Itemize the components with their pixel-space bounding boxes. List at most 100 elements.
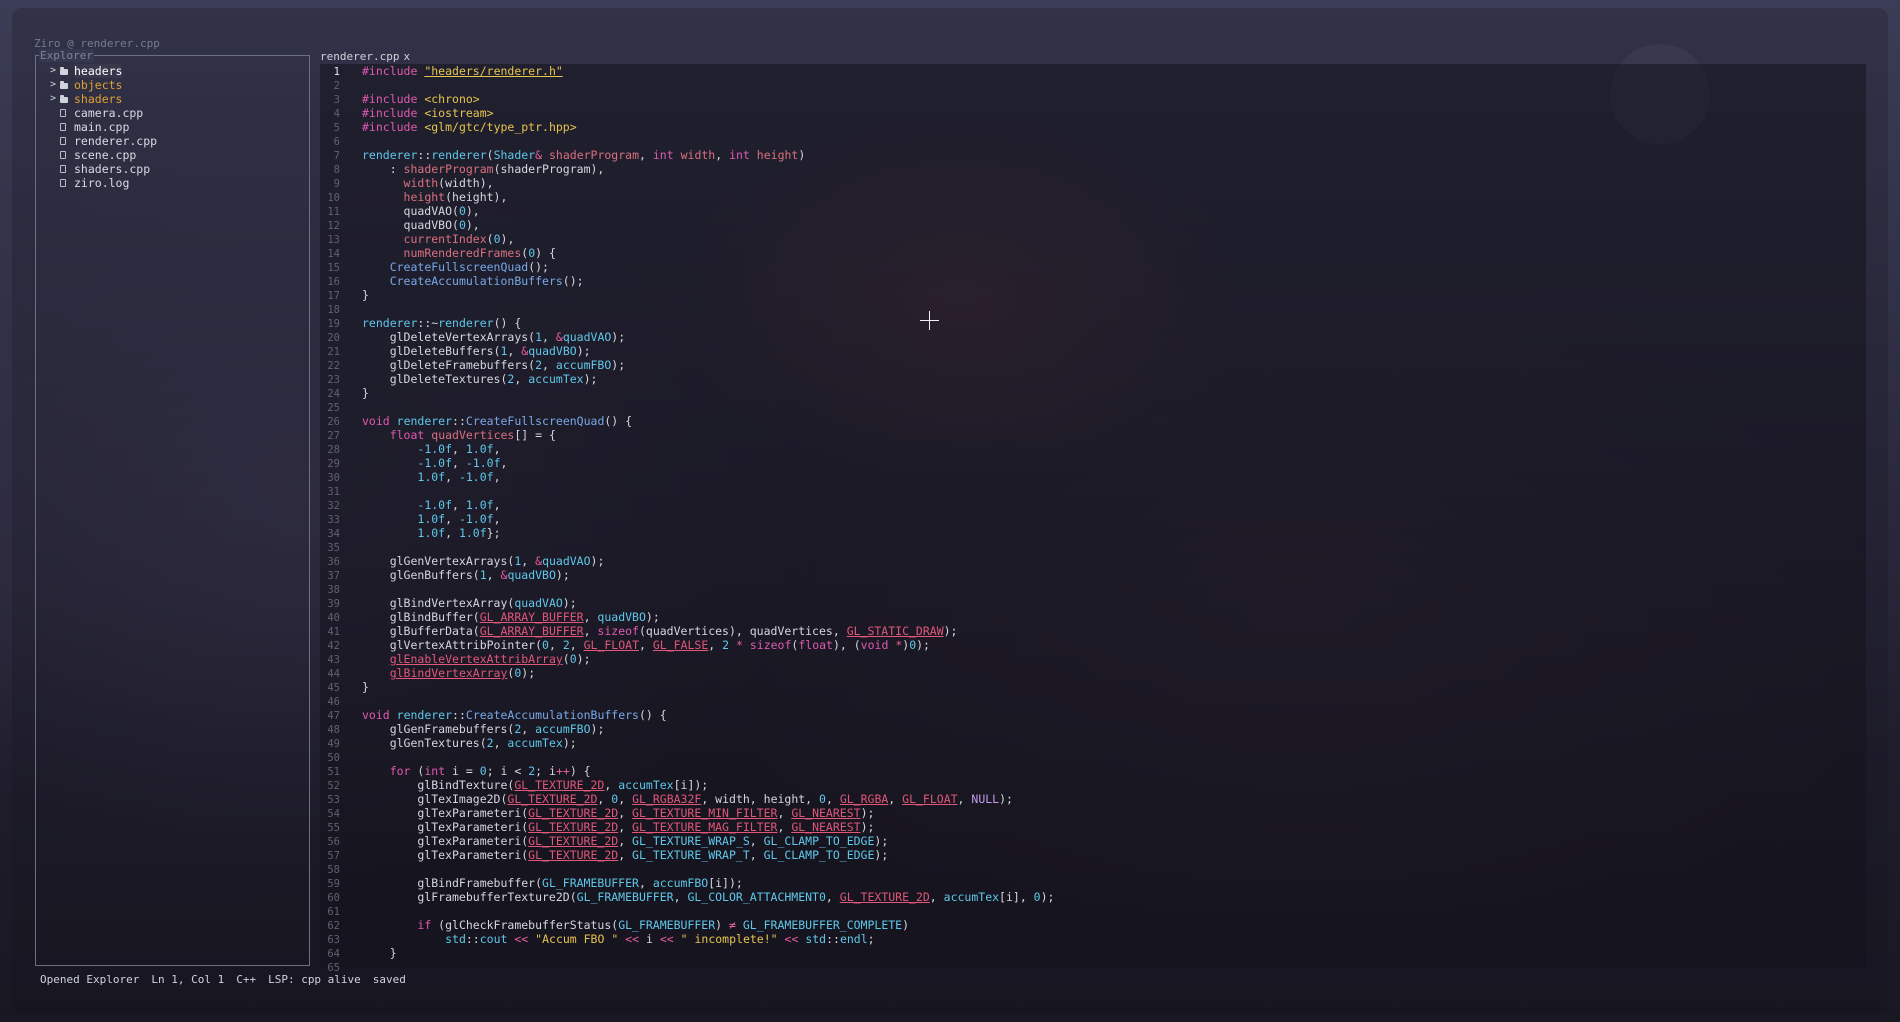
code-text[interactable]: glVertexAttribPointer(0, 2, GL_FLOAT, GL… xyxy=(362,638,930,652)
chevron-right-icon[interactable]: > xyxy=(46,78,60,92)
code-text[interactable]: glBindFramebuffer(GL_FRAMEBUFFER, accumF… xyxy=(362,876,742,890)
code-line[interactable]: 36 glGenVertexArrays(1, &quadVAO); xyxy=(320,554,1054,568)
code-text[interactable]: glTexImage2D(GL_TEXTURE_2D, 0, GL_RGBA32… xyxy=(362,792,1013,806)
code-line[interactable]: 60 glFramebufferTexture2D(GL_FRAMEBUFFER… xyxy=(320,890,1054,904)
code-line[interactable]: 13 currentIndex(0), xyxy=(320,232,1054,246)
code-text[interactable]: glGenVertexArrays(1, &quadVAO); xyxy=(362,554,605,568)
code-line[interactable]: 3 #include <chrono> xyxy=(320,92,1054,106)
code-line[interactable]: 27 float quadVertices[] = { xyxy=(320,428,1054,442)
tree-file-renderer-cpp[interactable]: renderer.cpp xyxy=(46,134,157,148)
code-text[interactable]: 1.0f, -1.0f, xyxy=(362,512,500,526)
code-text[interactable]: CreateAccumulationBuffers(); xyxy=(362,274,584,288)
chevron-right-icon[interactable]: > xyxy=(46,64,60,78)
code-line[interactable]: 31 xyxy=(320,484,1054,498)
code-line[interactable]: 5 #include <glm/gtc/type_ptr.hpp> xyxy=(320,120,1054,134)
code-text[interactable]: #include "headers/renderer.h" xyxy=(362,64,563,78)
code-text[interactable]: void renderer::CreateFullscreenQuad() { xyxy=(362,414,632,428)
code-text[interactable]: glDeleteTextures(2, accumTex); xyxy=(362,372,598,386)
code-text[interactable]: glTexParameteri(GL_TEXTURE_2D, GL_TEXTUR… xyxy=(362,834,888,848)
code-line[interactable]: 59 glBindFramebuffer(GL_FRAMEBUFFER, acc… xyxy=(320,876,1054,890)
code-line[interactable]: 58 xyxy=(320,862,1054,876)
tree-file-ziro-log[interactable]: ziro.log xyxy=(46,176,157,190)
code-text[interactable]: } xyxy=(362,680,369,694)
code-text[interactable]: void renderer::CreateAccumulationBuffers… xyxy=(362,708,667,722)
code-line[interactable]: 28 -1.0f, 1.0f, xyxy=(320,442,1054,456)
code-text[interactable]: glGenTextures(2, accumTex); xyxy=(362,736,577,750)
code-text[interactable]: glTexParameteri(GL_TEXTURE_2D, GL_TEXTUR… xyxy=(362,806,874,820)
code-text[interactable]: glEnableVertexAttribArray(0); xyxy=(362,652,591,666)
code-line[interactable]: 7 renderer::renderer(Shader& shaderProgra… xyxy=(320,148,1054,162)
code-line[interactable]: 21 glDeleteBuffers(1, &quadVBO); xyxy=(320,344,1054,358)
tree-file-shaders-cpp[interactable]: shaders.cpp xyxy=(46,162,157,176)
code-line[interactable]: 2 xyxy=(320,78,1054,92)
code-line[interactable]: 62 if (glCheckFramebufferStatus(GL_FRAME… xyxy=(320,918,1054,932)
code-text[interactable]: glBindVertexArray(quadVAO); xyxy=(362,596,577,610)
code-line[interactable]: 24} xyxy=(320,386,1054,400)
tree-folder-objects[interactable]: > objects xyxy=(46,78,157,92)
code-line[interactable]: 42 glVertexAttribPointer(0, 2, GL_FLOAT,… xyxy=(320,638,1054,652)
tree-folder-headers[interactable]: > headers xyxy=(46,64,157,78)
code-text[interactable]: quadVAO(0), xyxy=(362,204,480,218)
code-text[interactable]: } xyxy=(362,288,369,302)
code-line[interactable]: 45} xyxy=(320,680,1054,694)
code-line[interactable]: 14 numRenderedFrames(0) { xyxy=(320,246,1054,260)
code-text[interactable]: width(width), xyxy=(362,176,494,190)
code-line[interactable]: 64 } xyxy=(320,946,1054,960)
code-text[interactable]: height(height), xyxy=(362,190,508,204)
code-text[interactable]: float quadVertices[] = { xyxy=(362,428,556,442)
code-text[interactable]: for (int i = 0; i < 2; i++) { xyxy=(362,764,591,778)
code-line[interactable]: 43 glEnableVertexAttribArray(0); xyxy=(320,652,1054,666)
tree-file-camera-cpp[interactable]: camera.cpp xyxy=(46,106,157,120)
code-text[interactable]: } xyxy=(362,386,369,400)
code-line[interactable]: 25 xyxy=(320,400,1054,414)
chevron-right-icon[interactable]: > xyxy=(46,92,60,106)
tab-renderer-cpp[interactable]: renderer.cpp x xyxy=(320,50,410,64)
code-line[interactable]: 16 CreateAccumulationBuffers(); xyxy=(320,274,1054,288)
code-line[interactable]: 4 #include <iostream> xyxy=(320,106,1054,120)
tree-folder-shaders[interactable]: > shaders xyxy=(46,92,157,106)
code-line[interactable]: 12 quadVBO(0), xyxy=(320,218,1054,232)
code-line[interactable]: 48 glGenFramebuffers(2, accumFBO); xyxy=(320,722,1054,736)
code-line[interactable]: 52 glBindTexture(GL_TEXTURE_2D, accumTex… xyxy=(320,778,1054,792)
code-line[interactable]: 11 quadVAO(0), xyxy=(320,204,1054,218)
code-line[interactable]: 40 glBindBuffer(GL_ARRAY_BUFFER, quadVBO… xyxy=(320,610,1054,624)
code-text[interactable]: glDeleteVertexArrays(1, &quadVAO); xyxy=(362,330,625,344)
code-line[interactable]: 56 glTexParameteri(GL_TEXTURE_2D, GL_TEX… xyxy=(320,834,1054,848)
code-text[interactable]: renderer::renderer(Shader& shaderProgram… xyxy=(362,148,805,162)
code-text[interactable]: CreateFullscreenQuad(); xyxy=(362,260,549,274)
lsp-status[interactable]: LSP: cpp alive xyxy=(268,973,361,987)
code-text[interactable]: #include <iostream> xyxy=(362,106,494,120)
code-line[interactable]: 18 xyxy=(320,302,1054,316)
code-line[interactable]: 41 glBufferData(GL_ARRAY_BUFFER, sizeof(… xyxy=(320,624,1054,638)
code-line[interactable]: 47 void renderer::CreateAccumulationBuffe… xyxy=(320,708,1054,722)
code-line[interactable]: 33 1.0f, -1.0f, xyxy=(320,512,1054,526)
code-line[interactable]: 35 xyxy=(320,540,1054,554)
code-text[interactable]: -1.0f, 1.0f, xyxy=(362,498,500,512)
code-text[interactable]: glDeleteFramebuffers(2, accumFBO); xyxy=(362,358,625,372)
code-line[interactable]: 30 1.0f, -1.0f, xyxy=(320,470,1054,484)
code-line[interactable]: 38 xyxy=(320,582,1054,596)
code-line[interactable]: 55 glTexParameteri(GL_TEXTURE_2D, GL_TEX… xyxy=(320,820,1054,834)
code-text[interactable]: numRenderedFrames(0) { xyxy=(362,246,556,260)
tree-file-scene-cpp[interactable]: scene.cpp xyxy=(46,148,157,162)
code-line[interactable]: 49 glGenTextures(2, accumTex); xyxy=(320,736,1054,750)
code-line[interactable]: 32 -1.0f, 1.0f, xyxy=(320,498,1054,512)
code-line[interactable]: 10 height(height), xyxy=(320,190,1054,204)
code-text[interactable]: 1.0f, 1.0f}; xyxy=(362,526,500,540)
code-text[interactable]: glDeleteBuffers(1, &quadVBO); xyxy=(362,344,591,358)
code-text[interactable]: glBindTexture(GL_TEXTURE_2D, accumTex[i]… xyxy=(362,778,708,792)
code-text[interactable]: currentIndex(0), xyxy=(362,232,515,246)
code-line[interactable]: 57 glTexParameteri(GL_TEXTURE_2D, GL_TEX… xyxy=(320,848,1054,862)
tree-file-main-cpp[interactable]: main.cpp xyxy=(46,120,157,134)
code-text[interactable]: quadVBO(0), xyxy=(362,218,480,232)
code-text[interactable]: glBindVertexArray(0); xyxy=(362,666,535,680)
code-line[interactable]: 65 xyxy=(320,960,1054,974)
code-line[interactable]: 23 glDeleteTextures(2, accumTex); xyxy=(320,372,1054,386)
code-text[interactable]: glBindBuffer(GL_ARRAY_BUFFER, quadVBO); xyxy=(362,610,660,624)
code-line[interactable]: 61 xyxy=(320,904,1054,918)
code-line[interactable]: 1 #include "headers/renderer.h" xyxy=(320,64,1054,78)
code-text[interactable]: renderer::~renderer() { xyxy=(362,316,521,330)
code-line[interactable]: 8 : shaderProgram(shaderProgram), xyxy=(320,162,1054,176)
code-line[interactable]: 20 glDeleteVertexArrays(1, &quadVAO); xyxy=(320,330,1054,344)
code-text[interactable]: if (glCheckFramebufferStatus(GL_FRAMEBUF… xyxy=(362,918,909,932)
